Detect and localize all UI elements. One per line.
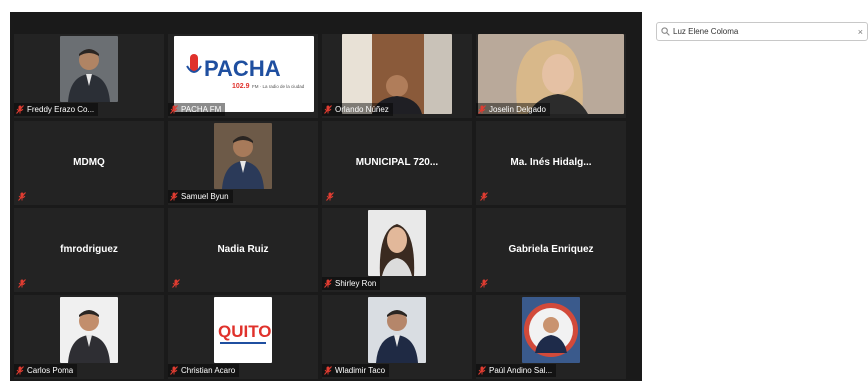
participant-name-label: Orlando Núñez: [335, 105, 389, 114]
participant-video-feed: [342, 34, 452, 114]
participant-name-bar: Orlando Núñez: [322, 103, 393, 116]
participant-name-bar: Christian Acaro: [168, 364, 240, 377]
participant-display-name: fmrodriguez: [60, 244, 118, 255]
participant-display-name: Nadia Ruiz: [217, 244, 269, 255]
muted-mic-icon: [480, 279, 488, 288]
muted-mic-icon: [324, 105, 332, 114]
participant-tile[interactable]: fmrodriguez: [14, 208, 164, 292]
participant-name-label: Joselin Delgado: [489, 105, 546, 114]
participant-profile-photo: [522, 297, 580, 363]
participant-name-bar: Joselin Delgado: [476, 103, 550, 116]
participant-display-name: Gabriela Enriquez: [508, 244, 594, 255]
participant-tile[interactable]: Ma. Inés Hidalg...: [476, 121, 626, 205]
participant-tile[interactable]: QUITO Christian Acaro: [168, 295, 318, 379]
participant-name-label: Samuel Byun: [181, 192, 229, 201]
participant-profile-photo: [214, 123, 272, 189]
muted-mic-icon: [326, 192, 334, 201]
participant-name-label: Wladimir Taco: [335, 366, 386, 375]
participant-tile[interactable]: Samuel Byun: [168, 121, 318, 205]
participant-tile[interactable]: Wladimir Taco: [322, 295, 472, 379]
participant-profile-photo: [60, 297, 118, 363]
muted-mic-icon: [16, 366, 24, 375]
participant-tile[interactable]: MDMQ: [14, 121, 164, 205]
quito-logo: QUITO: [214, 297, 272, 363]
participant-tile[interactable]: Gabriela Enriquez: [476, 208, 626, 292]
participant-tile[interactable]: PACHA 102.9 FM · La radio de la ciudad P…: [168, 34, 318, 118]
participant-name-bar: Shirley Ron: [322, 277, 381, 290]
svg-text:FM · La radio de la ciudad: FM · La radio de la ciudad: [252, 84, 305, 89]
participant-tile[interactable]: Nadia Ruiz: [168, 208, 318, 292]
svg-text:QUITO: QUITO: [218, 322, 272, 341]
pacha-fm-logo: PACHA 102.9 FM · La radio de la ciudad: [174, 36, 314, 112]
participant-tile[interactable]: Carlos Poma: [14, 295, 164, 379]
participant-name-bar: Wladimir Taco: [322, 364, 390, 377]
participant-search-input[interactable]: [673, 27, 854, 36]
svg-text:102.9: 102.9: [232, 83, 250, 90]
participant-search-box[interactable]: ×: [656, 22, 868, 41]
participant-name-bar: Paúl Andino Sal...: [476, 364, 557, 377]
muted-mic-icon: [170, 192, 178, 201]
participant-name-label: Christian Acaro: [181, 366, 236, 375]
muted-mic-icon: [324, 366, 332, 375]
participant-name-bar: Freddy Erazo Co...: [14, 103, 99, 116]
search-icon: [661, 27, 670, 36]
participant-tile[interactable]: Freddy Erazo Co...: [14, 34, 164, 118]
participant-tile[interactable]: Joselin Delgado: [476, 34, 626, 118]
zoom-meeting-window: Freddy Erazo Co... PACHA 102.9 FM · La r…: [0, 0, 868, 381]
participant-name-label: Paúl Andino Sal...: [489, 366, 553, 375]
muted-mic-icon: [16, 105, 24, 114]
participant-profile-photo: [60, 36, 118, 102]
svg-text:PACHA: PACHA: [204, 56, 281, 81]
participant-name-label: PACHA FM: [181, 105, 222, 114]
muted-mic-icon: [478, 105, 486, 114]
participant-grid: Freddy Erazo Co... PACHA 102.9 FM · La r…: [14, 34, 626, 379]
participant-display-name: Ma. Inés Hidalg...: [510, 157, 592, 168]
participant-video-feed: [478, 34, 624, 114]
participant-name-bar: Carlos Poma: [14, 364, 78, 377]
muted-mic-icon: [170, 105, 178, 114]
muted-mic-icon: [480, 192, 488, 201]
participant-display-name: MUNICIPAL 720...: [355, 157, 439, 168]
participant-tile[interactable]: Shirley Ron: [322, 208, 472, 292]
participant-profile-photo: [368, 297, 426, 363]
clear-search-icon[interactable]: ×: [858, 27, 863, 37]
participant-name-label: Carlos Poma: [27, 366, 74, 375]
participant-tile[interactable]: Paúl Andino Sal...: [476, 295, 626, 379]
participant-name-bar: PACHA FM: [168, 103, 226, 116]
participant-tile[interactable]: MUNICIPAL 720...: [322, 121, 472, 205]
gallery-view: Freddy Erazo Co... PACHA 102.9 FM · La r…: [10, 12, 642, 381]
muted-mic-icon: [478, 366, 486, 375]
participant-name-label: Shirley Ron: [335, 279, 377, 288]
participant-tile[interactable]: Orlando Núñez: [322, 34, 472, 118]
muted-mic-icon: [18, 279, 26, 288]
muted-mic-icon: [170, 366, 178, 375]
muted-mic-icon: [172, 279, 180, 288]
participant-display-name: MDMQ: [73, 157, 105, 168]
participant-name-label: Freddy Erazo Co...: [27, 105, 95, 114]
participant-name-bar: Samuel Byun: [168, 190, 233, 203]
muted-mic-icon: [324, 279, 332, 288]
participant-profile-photo: [368, 210, 426, 276]
muted-mic-icon: [18, 192, 26, 201]
